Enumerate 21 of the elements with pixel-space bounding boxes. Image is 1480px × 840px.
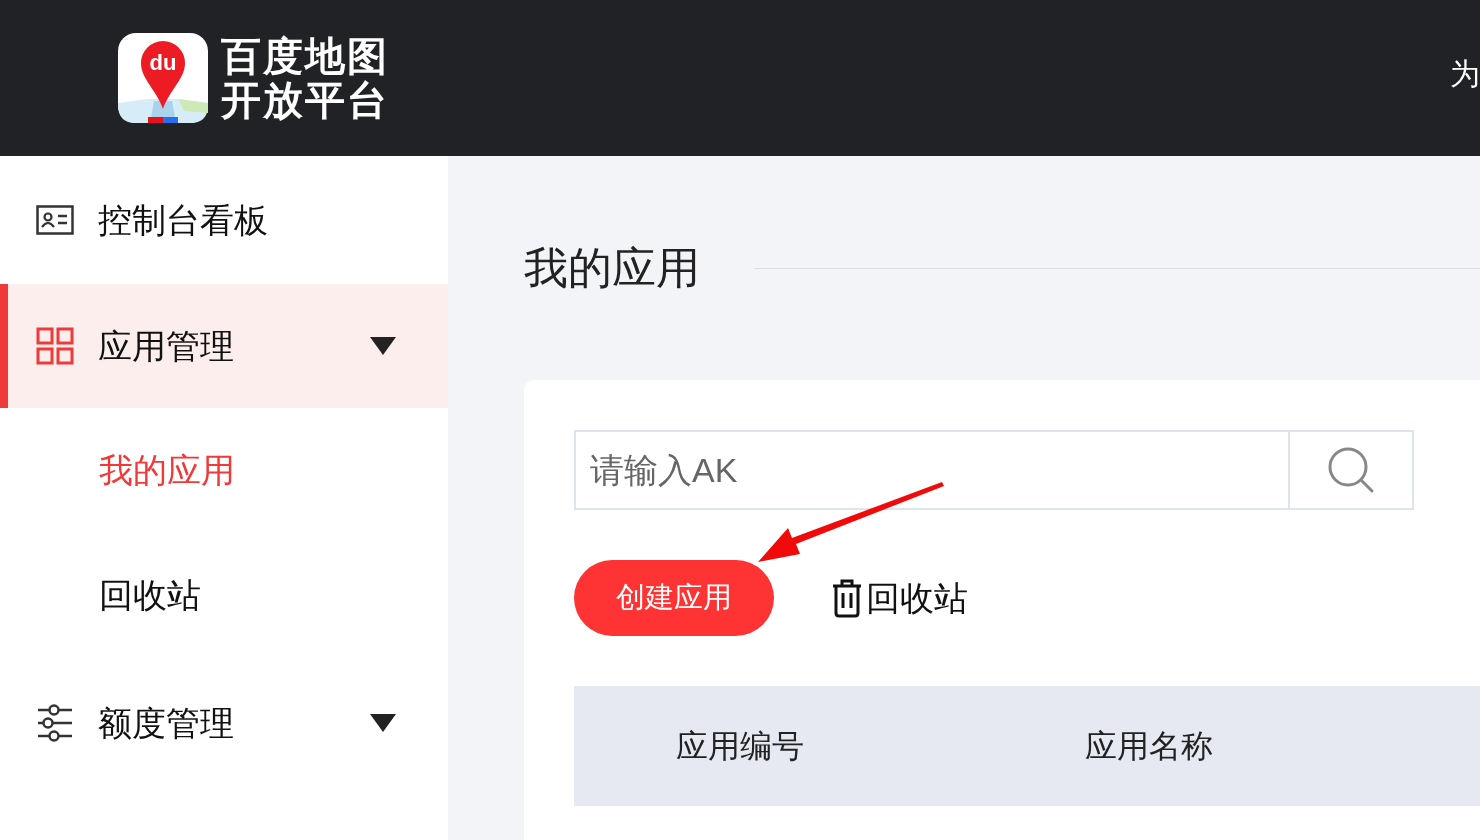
id-card-icon: [36, 205, 74, 235]
sidebar-item[interactable]: 额度管理: [0, 658, 448, 788]
sidebar-subitem[interactable]: 回收站: [0, 533, 448, 658]
trash-icon: [830, 578, 864, 618]
logo-icon: du: [118, 33, 208, 123]
search-button[interactable]: [1290, 430, 1414, 510]
logo-text: 百度地图: [221, 34, 389, 78]
sidebar-subitem[interactable]: 我的应用: [0, 408, 448, 533]
recycle-bin-link[interactable]: 回收站: [830, 572, 968, 624]
column-header: 应用编号: [676, 727, 805, 766]
column-header: 应用名称: [1085, 727, 1213, 766]
create-app-button[interactable]: 创建应用: [574, 560, 774, 636]
search-icon: [1326, 445, 1376, 495]
sidebar-item[interactable]: 控制台看板: [0, 156, 448, 284]
grid-icon: [36, 327, 74, 365]
sliders-icon: [37, 704, 73, 742]
search-field[interactable]: 请输入AK: [574, 430, 1290, 510]
sidebar-item[interactable]: 应用管理: [0, 284, 448, 408]
logo-text: 开放平台: [221, 78, 389, 122]
header-text: 为: [1450, 56, 1480, 92]
page-title: 我的应用: [524, 242, 700, 294]
